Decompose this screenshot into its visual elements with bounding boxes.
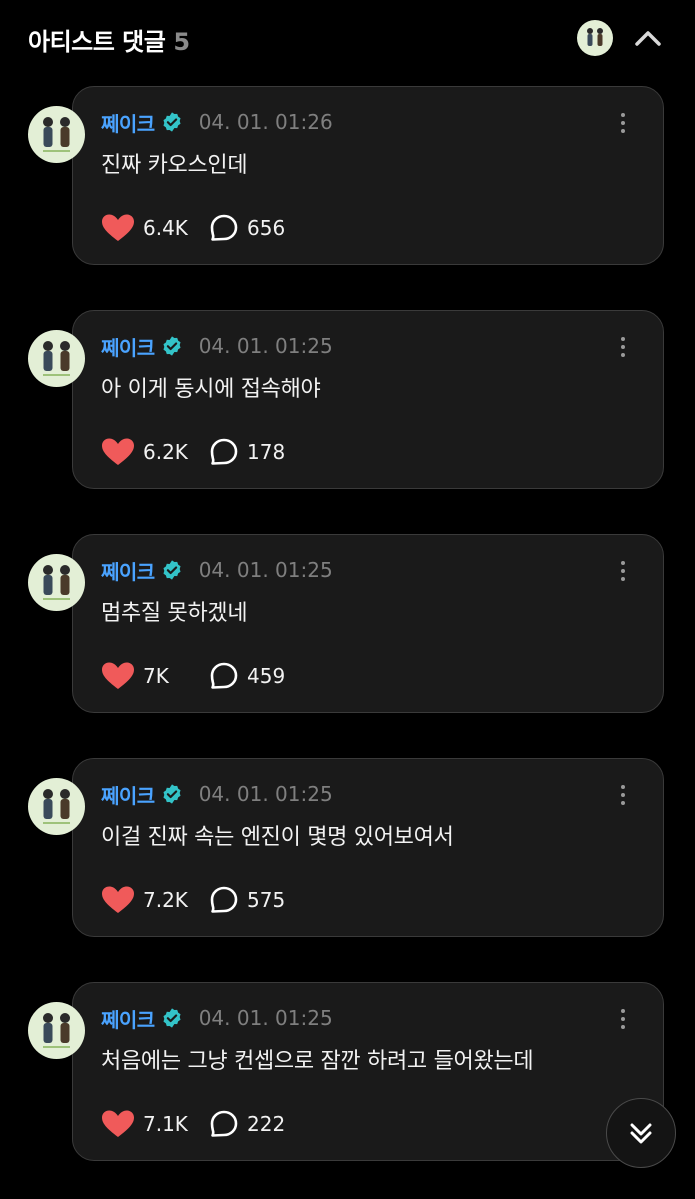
comment-actions: 6.4K 656 — [101, 211, 285, 245]
comment-meta: 쩨이크 04. 01. 01:25 — [101, 779, 333, 809]
comment-card: 쩨이크 04. 01. 01:25 이걸 진짜 속는 엔진이 몇명 있어보여서 … — [72, 758, 664, 937]
author-avatar[interactable] — [28, 330, 85, 387]
speech-bubble-icon — [210, 214, 238, 241]
verified-badge-icon — [163, 1008, 181, 1028]
like-count: 6.4K — [143, 216, 188, 240]
more-options-button[interactable] — [613, 1003, 633, 1035]
author-avatar[interactable] — [28, 106, 85, 163]
comment-card: 쩨이크 04. 01. 01:26 진짜 카오스인데 6.4K 656 — [72, 86, 664, 265]
comment-item: 쩨이크 04. 01. 01:25 멈추질 못하겠네 7K 459 — [0, 534, 695, 716]
speech-bubble-icon — [210, 886, 238, 913]
heart-icon — [102, 214, 134, 241]
verified-badge-icon — [163, 784, 181, 804]
comment-card: 쩨이크 04. 01. 01:25 처음에는 그냥 컨셉으로 잠깐 하려고 들어… — [72, 982, 664, 1161]
comment-card: 쩨이크 04. 01. 01:25 멈추질 못하겠네 7K 459 — [72, 534, 664, 713]
more-options-button[interactable] — [613, 107, 633, 139]
comment-item: 쩨이크 04. 01. 01:25 아 이게 동시에 접속해야 6.2K 178 — [0, 310, 695, 492]
comment-timestamp: 04. 01. 01:25 — [198, 782, 333, 806]
comment-item: 쩨이크 04. 01. 01:25 처음에는 그냥 컨셉으로 잠깐 하려고 들어… — [0, 982, 695, 1164]
like-count: 7K — [143, 664, 169, 688]
comment-meta: 쩨이크 04. 01. 01:25 — [101, 331, 333, 361]
like-button[interactable]: 6.4K — [101, 213, 188, 243]
like-button[interactable]: 7.1K — [101, 1109, 188, 1139]
heart-icon — [102, 1110, 134, 1137]
verified-badge-icon — [163, 336, 181, 356]
comment-actions: 7K 459 — [101, 659, 285, 693]
reply-count: 178 — [247, 440, 286, 464]
verified-badge-icon — [163, 112, 181, 132]
reply-button[interactable]: 178 — [209, 435, 285, 469]
speech-bubble-icon — [210, 662, 238, 689]
author-avatar[interactable] — [28, 554, 85, 611]
comment-timestamp: 04. 01. 01:25 — [198, 558, 333, 582]
like-button[interactable]: 7K — [101, 661, 169, 691]
reply-button[interactable]: 575 — [209, 883, 285, 917]
comment-card: 쩨이크 04. 01. 01:25 아 이게 동시에 접속해야 6.2K 178 — [72, 310, 664, 489]
comments-header: 아티스트 댓글 5 — [0, 0, 695, 80]
comment-timestamp: 04. 01. 01:25 — [198, 1006, 333, 1030]
comment-text: 멈추질 못하겠네 — [101, 601, 248, 626]
like-count: 6.2K — [143, 440, 188, 464]
author-name[interactable]: 쩨이크 — [101, 108, 155, 137]
header-title-text: 아티스트 댓글 — [28, 28, 166, 56]
comment-item: 쩨이크 04. 01. 01:26 진짜 카오스인데 6.4K 656 — [0, 86, 695, 268]
like-button[interactable]: 6.2K — [101, 437, 188, 467]
like-count: 7.2K — [143, 888, 188, 912]
like-button[interactable]: 7.2K — [101, 885, 188, 915]
reply-count: 222 — [247, 1112, 286, 1136]
comment-meta: 쩨이크 04. 01. 01:25 — [101, 555, 333, 585]
verified-badge-icon — [163, 560, 181, 580]
author-name[interactable]: 쩨이크 — [101, 780, 155, 809]
comment-text: 아 이게 동시에 접속해야 — [101, 377, 321, 402]
author-avatar[interactable] — [28, 1002, 85, 1059]
comment-timestamp: 04. 01. 01:26 — [198, 110, 333, 134]
author-name[interactable]: 쩨이크 — [101, 1004, 155, 1033]
header-title: 아티스트 댓글 5 — [28, 22, 190, 57]
chevron-up-icon — [635, 31, 661, 46]
comment-meta: 쩨이크 04. 01. 01:25 — [101, 1003, 333, 1033]
more-options-button[interactable] — [613, 779, 633, 811]
comment-text: 처음에는 그냥 컨셉으로 잠깐 하려고 들어왔는데 — [101, 1049, 534, 1074]
comment-actions: 7.2K 575 — [101, 883, 285, 917]
heart-icon — [102, 662, 134, 689]
author-name[interactable]: 쩨이크 — [101, 556, 155, 585]
reply-button[interactable]: 459 — [209, 659, 285, 693]
speech-bubble-icon — [210, 1110, 238, 1137]
comment-item: 쩨이크 04. 01. 01:25 이걸 진짜 속는 엔진이 몇명 있어보여서 … — [0, 758, 695, 940]
comment-meta: 쩨이크 04. 01. 01:26 — [101, 107, 333, 137]
reply-button[interactable]: 656 — [209, 211, 285, 245]
collapse-button[interactable] — [630, 22, 666, 54]
double-chevron-down-icon — [630, 1123, 652, 1144]
comment-actions: 7.1K 222 — [101, 1107, 285, 1141]
author-name[interactable]: 쩨이크 — [101, 332, 155, 361]
comment-actions: 6.2K 178 — [101, 435, 285, 469]
artist-avatar-icon[interactable] — [577, 20, 613, 56]
reply-count: 575 — [247, 888, 286, 912]
author-avatar[interactable] — [28, 778, 85, 835]
heart-icon — [102, 438, 134, 465]
comment-text: 이걸 진짜 속는 엔진이 몇명 있어보여서 — [101, 825, 454, 850]
like-count: 7.1K — [143, 1112, 188, 1136]
heart-icon — [102, 886, 134, 913]
scroll-down-button[interactable] — [606, 1098, 676, 1168]
reply-count: 656 — [247, 216, 286, 240]
more-options-button[interactable] — [613, 555, 633, 587]
reply-button[interactable]: 222 — [209, 1107, 285, 1141]
more-options-button[interactable] — [613, 331, 633, 363]
comment-count: 5 — [173, 28, 190, 56]
comment-text: 진짜 카오스인데 — [101, 153, 248, 178]
speech-bubble-icon — [210, 438, 238, 465]
reply-count: 459 — [247, 664, 286, 688]
comment-timestamp: 04. 01. 01:25 — [198, 334, 333, 358]
